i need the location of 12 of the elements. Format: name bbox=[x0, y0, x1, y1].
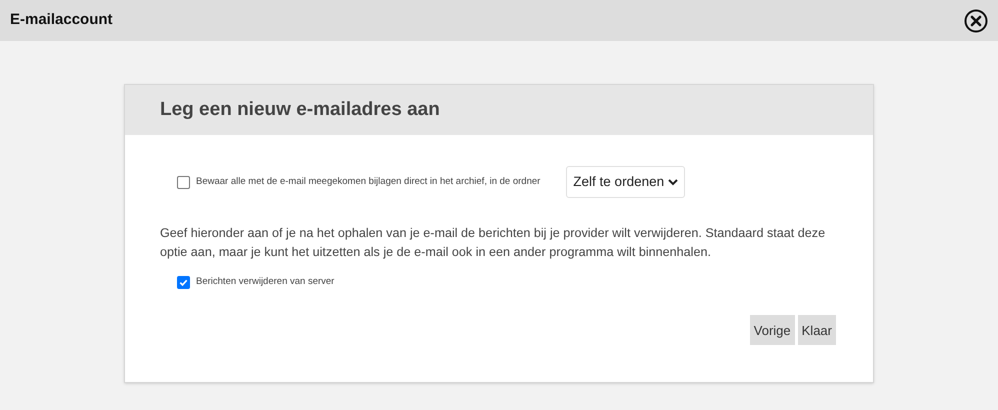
folder-select[interactable]: Zelf te ordenen bbox=[566, 166, 686, 198]
finish-button[interactable]: Klaar bbox=[798, 315, 836, 346]
checkbox[interactable] bbox=[177, 276, 190, 289]
dialog-title: Leg een nieuw e-mailadres aan bbox=[160, 98, 440, 122]
description-text: Geef hieronder aan of je na het ophalen van je e-mail de berichten bij je provider wilt verwijderen. Standaard staat deze optie aan, maar je kunt het uitzetten als je de e-mail ook in een ander programma wilt binnenhalen. bbox=[160, 225, 826, 261]
close-icon[interactable] bbox=[964, 8, 988, 32]
checkbox-label: Bewaar alle met de e-mail meegekomen bijlagen direct in het archief, in de ordner bbox=[196, 174, 540, 189]
chevron-down-icon bbox=[668, 178, 678, 186]
window-title: E-mailaccount bbox=[10, 10, 113, 30]
checkbox[interactable] bbox=[177, 176, 190, 188]
checkbox-label: Berichten verwijderen van server bbox=[196, 275, 334, 289]
back-button[interactable]: Vorige bbox=[750, 315, 795, 346]
